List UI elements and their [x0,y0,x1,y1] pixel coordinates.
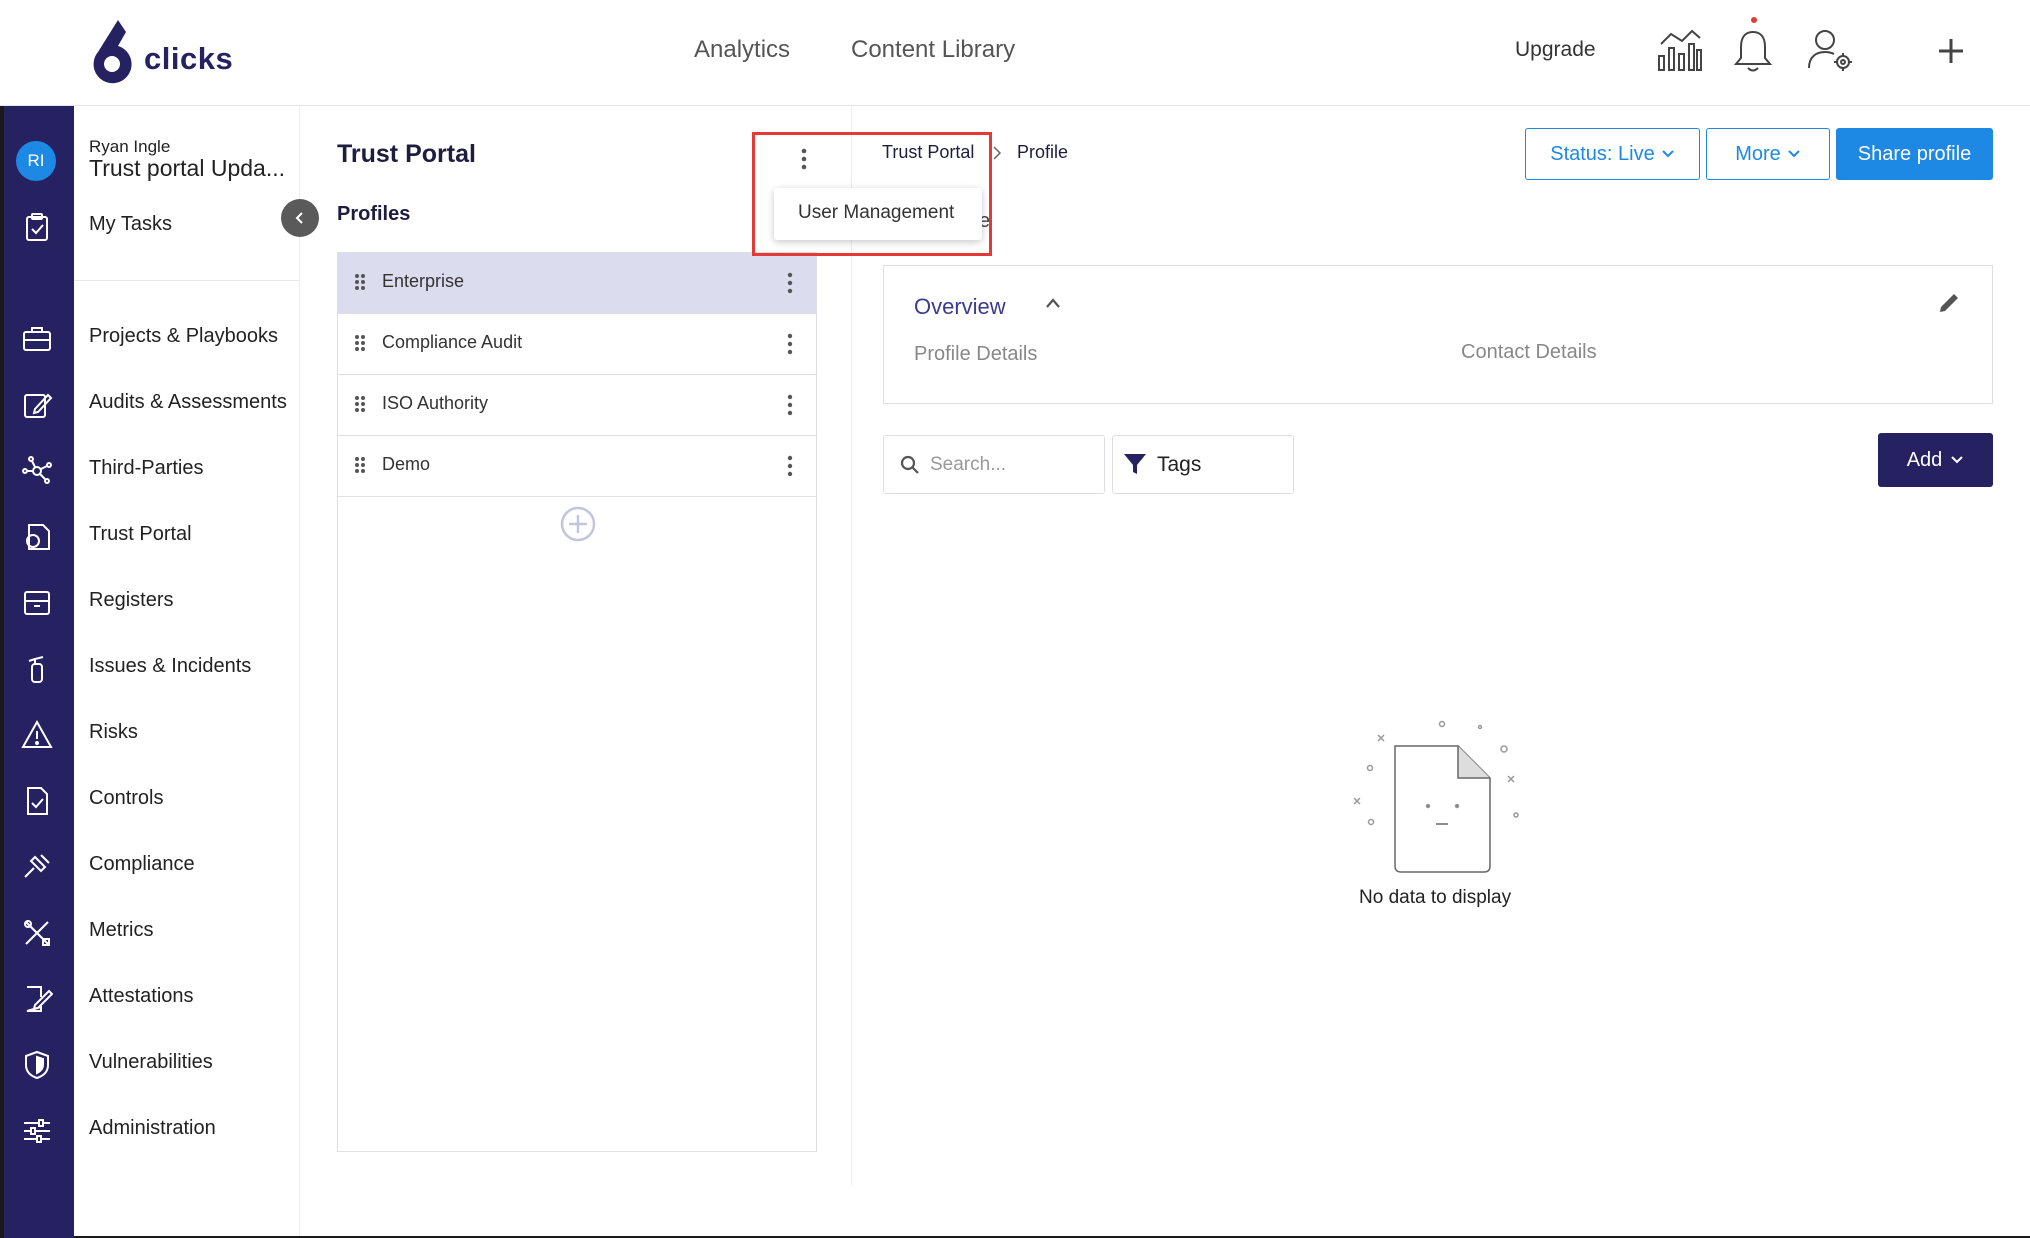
sidebar-item-my-tasks[interactable]: My Tasks [89,213,172,236]
sliders-icon[interactable] [21,1115,53,1147]
avatar[interactable]: RI [16,141,56,181]
sidebar-item-administration[interactable]: Administration [89,1117,216,1140]
user-settings-icon[interactable] [1805,26,1855,76]
drag-handle-icon[interactable] [354,395,366,413]
org-name[interactable]: Trust portal Upda... [89,155,285,182]
drag-handle-icon[interactable] [354,334,366,352]
sidebar-item-controls[interactable]: Controls [89,787,163,810]
sidebar-item-third-parties[interactable]: Third-Parties [89,457,203,480]
chevron-left-icon [295,212,303,224]
plus-icon[interactable] [1926,26,1976,76]
fire-extinguisher-icon[interactable] [21,653,53,685]
profile-row-enterprise[interactable]: Enterprise [338,253,816,314]
logo-icon [93,20,132,84]
add-dropdown-button[interactable]: Add [1878,433,1993,487]
panel-divider [851,106,852,1186]
search-field[interactable] [883,435,1105,494]
sidebar-item-projects-playbooks[interactable]: Projects & Playbooks [89,325,278,348]
gavel-icon[interactable] [21,851,53,883]
upgrade-link[interactable]: Upgrade [1515,38,1596,62]
sidebar-item-audits-assessments[interactable]: Audits & Assessments [89,391,287,414]
tags-filter-button[interactable]: Tags [1112,435,1294,494]
tab-profile-details[interactable]: Profile Details [914,343,1037,366]
signature-icon[interactable] [21,983,53,1015]
profile-row-demo[interactable]: Demo [338,436,816,497]
portal-document-icon[interactable] [21,521,53,553]
empty-state-text: No data to display [1359,887,1512,908]
network-icon[interactable] [21,455,53,487]
profile-label: Compliance Audit [382,332,523,352]
breadcrumb-chevron-icon [993,146,1002,160]
profile-label: Enterprise [382,271,465,291]
profile-row-iso-authority[interactable]: ISO Authority [338,375,816,436]
chevron-down-icon [1662,150,1674,158]
nav-content-library[interactable]: Content Library [851,36,1015,64]
overview-card: Overview Profile Details Contact Details [883,265,1993,404]
tab-contact-details[interactable]: Contact Details [1461,341,1597,364]
menu-divider [74,280,300,281]
status-dropdown-button[interactable]: Status: Live [1525,128,1700,180]
drag-handle-icon[interactable] [354,456,366,474]
sidebar-item-compliance[interactable]: Compliance [89,853,195,876]
shield-icon[interactable] [21,1049,53,1081]
row-kebab-icon[interactable] [785,332,795,356]
edit-square-icon[interactable] [21,389,53,421]
logo[interactable]: clicks [88,18,233,86]
register-box-icon[interactable] [21,587,53,619]
sidebar-item-trust-portal[interactable]: Trust Portal [89,523,192,546]
panel-title: Trust Portal [337,140,476,168]
sidebar-item-attestations[interactable]: Attestations [89,985,194,1008]
add-label: Add [1906,448,1943,471]
collapse-sidebar-button[interactable] [281,199,319,237]
chevron-up-icon[interactable] [1044,296,1062,310]
rail-edge [0,106,4,1238]
checklist-icon[interactable] [21,785,53,817]
brand-name: clicks [144,41,234,76]
warning-icon[interactable] [21,719,53,751]
search-input[interactable] [930,450,1090,480]
status-value: Live [1618,142,1655,165]
profiles-label: Profiles [337,203,411,225]
share-profile-button[interactable]: Share profile [1836,128,1993,180]
briefcase-icon[interactable] [21,323,53,355]
status-prefix: Status: [1550,142,1619,165]
breadcrumb-current: Profile [1017,142,1069,162]
row-kebab-icon[interactable] [785,393,795,417]
profile-label: ISO Authority [382,393,489,413]
bell-icon[interactable] [1728,26,1778,76]
nav-analytics[interactable]: Analytics [694,36,790,64]
search-icon [900,455,919,474]
sidebar-item-vulnerabilities[interactable]: Vulnerabilities [89,1051,213,1074]
empty-document-icon [1353,720,1519,873]
filter-funnel-icon [1124,454,1146,474]
user-name: Ryan Ingle [89,137,171,156]
row-kebab-icon[interactable] [785,454,795,478]
sidebar-item-metrics[interactable]: Metrics [89,919,153,942]
profile-label: Demo [382,454,431,474]
chevron-down-icon [1788,150,1800,158]
more-dropdown-button[interactable]: More [1706,128,1830,180]
row-kebab-icon[interactable] [785,271,795,295]
drag-handle-icon[interactable] [354,273,366,291]
highlight-annotation [752,132,992,256]
pencil-icon[interactable] [1936,290,1962,316]
sidebar-item-risks[interactable]: Risks [89,721,138,744]
more-label: More [1735,142,1781,165]
notification-dot [1751,17,1757,23]
sidebar-item-registers[interactable]: Registers [89,589,173,612]
sidebar-item-issues-incidents[interactable]: Issues & Incidents [89,655,251,678]
profiles-list: Enterprise Compliance Audit ISO Authorit… [337,252,817,1152]
tags-label: Tags [1157,453,1202,476]
tools-icon[interactable] [21,917,53,949]
chevron-down-icon [1951,456,1964,464]
tasks-clipboard-icon[interactable] [21,211,53,243]
profile-row-compliance-audit[interactable]: Compliance Audit [338,314,816,375]
chart-icon[interactable] [1654,26,1704,76]
overview-title[interactable]: Overview [914,294,1006,320]
add-profile-plus-circle-icon[interactable] [559,505,597,543]
